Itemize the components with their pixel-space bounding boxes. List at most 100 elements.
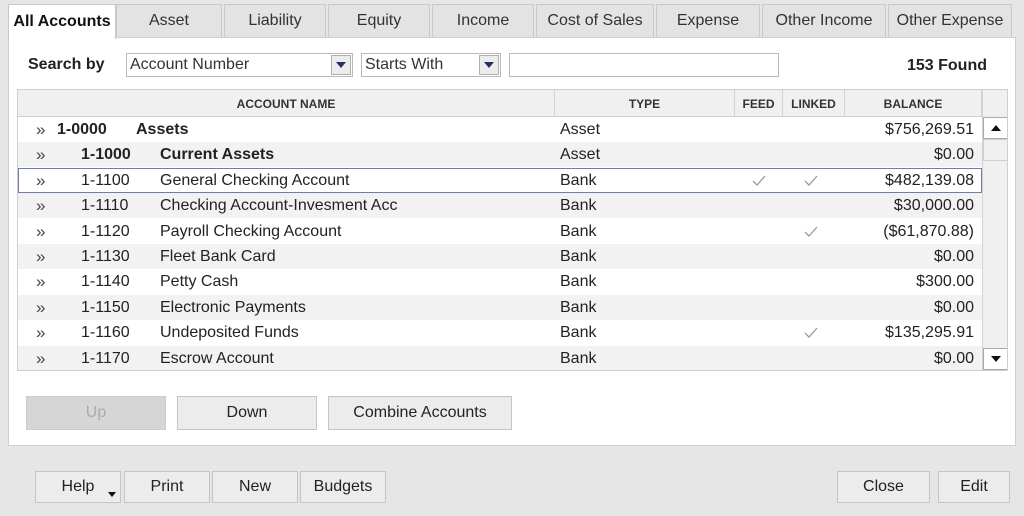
account-name: Assets [136, 121, 189, 138]
account-type: Asset [560, 121, 601, 138]
account-balance: $482,139.08 [885, 171, 974, 189]
account-balance: $0.00 [933, 146, 974, 164]
account-name: Undeposited Funds [160, 324, 299, 342]
account-number: 1-1160 [81, 324, 130, 342]
account-number: 1-1100 [81, 171, 130, 189]
accounts-panel: Search by Account Number Starts With 153… [8, 37, 1016, 446]
account-number: 1-1170 [81, 349, 130, 367]
close-button[interactable]: Close [837, 471, 930, 503]
tab-expense[interactable]: Expense [656, 4, 760, 37]
account-balance: $300.00 [916, 273, 974, 291]
arrow-down-icon[interactable] [983, 348, 1007, 370]
chevron-down-icon [108, 492, 116, 497]
table-row[interactable]: » 1-1110 Checking Account-Invesment Acc Ban… [18, 193, 982, 219]
move-down-button[interactable]: Down [177, 396, 317, 430]
account-type: Bank [560, 273, 597, 291]
tab-income[interactable]: Income [432, 4, 534, 37]
account-type: Bank [560, 248, 597, 265]
account-number: 1-1120 [81, 222, 130, 240]
table-row[interactable]: » 1-1150 Electronic Payments Bank $0.00 [18, 294, 982, 320]
tab-asset[interactable]: Asset [116, 4, 222, 37]
account-type: Asset [560, 146, 601, 164]
account-balance: $0.00 [933, 349, 974, 367]
account-number: 1-1000 [81, 146, 131, 164]
account-name: Fleet Bank Card [160, 248, 276, 265]
table-row[interactable]: » 1-1140 Petty Cash Bank $300.00 [18, 269, 982, 294]
account-type: Bank [560, 171, 597, 189]
account-balance: $0.00 [933, 298, 974, 316]
move-up-button[interactable]: Up [26, 396, 166, 430]
edit-button[interactable]: Edit [938, 471, 1010, 503]
table-row[interactable]: » 1-1130 Fleet Bank Card Bank $0.00 [18, 244, 982, 269]
check-icon [804, 320, 818, 345]
column-header-type[interactable]: TYPE [555, 90, 735, 117]
search-input[interactable] [509, 53, 779, 77]
account-type: Bank [560, 324, 597, 342]
combine-accounts-button[interactable]: Combine Accounts [328, 396, 512, 430]
search-mode-select[interactable]: Starts With [361, 53, 501, 77]
account-number: 1-1150 [81, 298, 130, 316]
account-number: 1-1110 [81, 197, 129, 215]
double-chevron-right-icon[interactable]: » [36, 142, 45, 167]
search-field-select[interactable]: Account Number [126, 53, 353, 77]
account-name: Payroll Checking Account [160, 222, 342, 240]
table-row[interactable]: » 1-1100 General Checking Account Bank $482,… [18, 167, 982, 193]
help-label: Help [61, 478, 95, 495]
column-header-balance[interactable]: BALANCE [845, 90, 982, 117]
account-number: 1-1130 [81, 248, 130, 265]
account-name: General Checking Account [160, 171, 350, 189]
double-chevron-right-icon[interactable]: » [36, 219, 45, 244]
tab-equity[interactable]: Equity [328, 4, 430, 37]
account-balance: $30,000.00 [893, 197, 974, 215]
vertical-scrollbar[interactable] [982, 90, 1007, 370]
tab-liability[interactable]: Liability [224, 4, 326, 37]
tab-all-accounts[interactable]: All Accounts [8, 4, 116, 39]
arrow-up-icon[interactable] [983, 117, 1007, 139]
tab-other-income[interactable]: Other Income [762, 4, 886, 37]
scrollbar-thumb[interactable] [983, 139, 1007, 161]
double-chevron-right-icon[interactable]: » [36, 193, 45, 218]
account-name: Checking Account-Invesment Acc [160, 197, 398, 215]
check-icon [804, 168, 818, 193]
account-number: 1-0000 [57, 121, 107, 138]
chevron-down-icon[interactable] [331, 55, 351, 75]
chevron-down-icon[interactable] [479, 55, 499, 75]
table-row[interactable]: » 1-1000 Current Assets Asset $0.00 [18, 142, 982, 168]
account-type: Bank [560, 197, 597, 215]
help-button[interactable]: Help [35, 471, 121, 503]
account-number: 1-1140 [81, 273, 130, 291]
account-name: Escrow Account [160, 349, 274, 367]
account-balance: ($61,870.88) [883, 222, 974, 240]
account-type-tabs: All Accounts Asset Liability Equity Inco… [8, 4, 1020, 39]
results-count: 153 Found [906, 57, 987, 74]
search-by-label: Search by [28, 56, 105, 73]
search-mode-value: Starts With [365, 56, 444, 73]
account-name: Petty Cash [160, 273, 239, 291]
account-name: Electronic Payments [160, 298, 306, 316]
budgets-button[interactable]: Budgets [300, 471, 386, 503]
double-chevron-right-icon[interactable]: » [36, 320, 45, 345]
account-name: Current Assets [160, 146, 275, 164]
account-type: Bank [560, 349, 597, 367]
double-chevron-right-icon[interactable]: » [36, 269, 45, 294]
double-chevron-right-icon[interactable]: » [36, 244, 45, 269]
table-row[interactable]: » 1-1120 Payroll Checking Account Bank ($61,… [18, 219, 982, 244]
accounts-table: ACCOUNT NAME TYPE FEED LINKED BALANCE » 1… [17, 89, 1008, 371]
check-icon [752, 168, 766, 193]
column-header-account-name[interactable]: ACCOUNT NAME [18, 90, 555, 117]
new-button[interactable]: New [212, 471, 298, 503]
table-header: ACCOUNT NAME TYPE FEED LINKED BALANCE [18, 90, 982, 117]
tab-cost-of-sales[interactable]: Cost of Sales [536, 4, 654, 37]
search-field-value: Account Number [130, 56, 250, 73]
table-row[interactable]: » 1-0000 Assets Asset $756,269.51 [18, 117, 982, 142]
print-button[interactable]: Print [124, 471, 210, 503]
double-chevron-right-icon[interactable]: » [36, 346, 45, 370]
column-header-linked[interactable]: LINKED [783, 90, 845, 117]
double-chevron-right-icon[interactable]: » [36, 295, 45, 320]
double-chevron-right-icon[interactable]: » [36, 117, 45, 142]
column-header-feed[interactable]: FEED [735, 90, 783, 117]
tab-other-expense[interactable]: Other Expense [888, 4, 1012, 37]
double-chevron-right-icon[interactable]: » [36, 168, 45, 193]
table-row[interactable]: » 1-1170 Escrow Account Bank $0.00 [18, 345, 982, 370]
table-row[interactable]: » 1-1160 Undeposited Funds Bank $135,295.91 [18, 320, 982, 345]
